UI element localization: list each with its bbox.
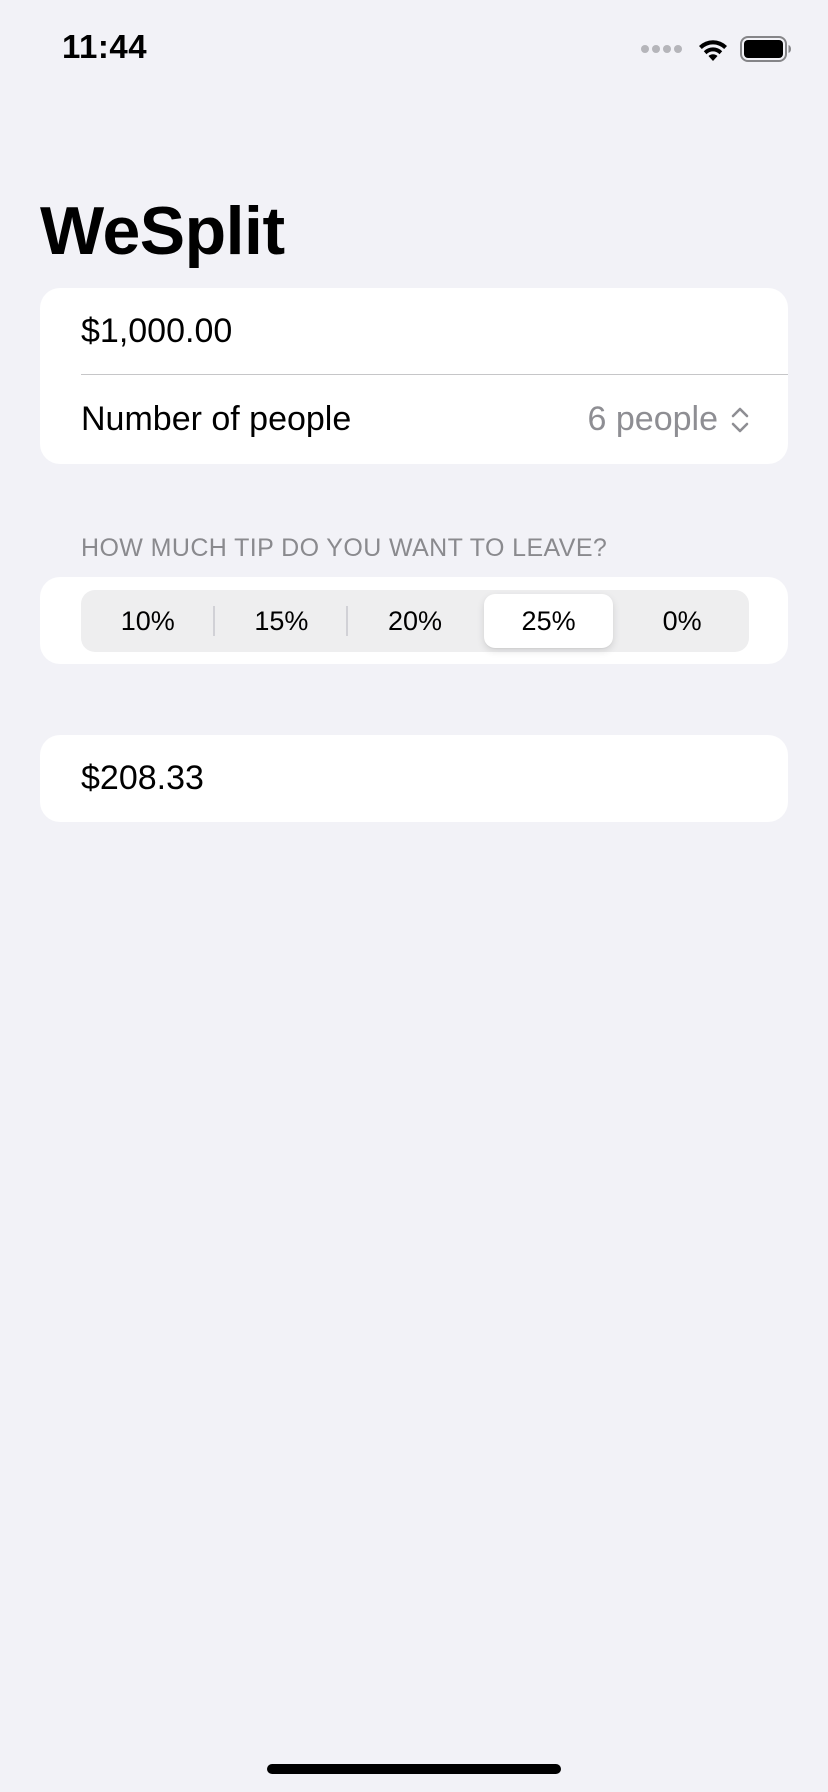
- status-icons: [641, 34, 792, 64]
- tip-option-10[interactable]: 10%: [81, 590, 215, 652]
- wifi-icon: [699, 40, 727, 61]
- tip-option-0[interactable]: 0%: [615, 590, 749, 652]
- amount-field[interactable]: $1,000.00: [81, 288, 232, 374]
- number-of-people-picker[interactable]: Number of people 6 people: [81, 375, 752, 464]
- people-label: Number of people: [81, 400, 352, 438]
- tip-section-header: HOW MUCH TIP DO YOU WANT TO LEAVE?: [81, 534, 608, 562]
- tip-option-20[interactable]: 20%: [348, 590, 482, 652]
- tip-segmented-control: 10% 15% 20% 25% 0%: [81, 590, 749, 652]
- status-time: 11:44: [62, 28, 148, 65]
- tip-option-15[interactable]: 15%: [215, 590, 349, 652]
- total-card: $208.33: [40, 735, 788, 822]
- battery-icon: [740, 36, 791, 62]
- input-card: $1,000.00 Number of people 6 people: [40, 288, 788, 464]
- people-value-group: 6 people: [588, 400, 752, 439]
- people-value: 6 people: [587, 400, 718, 438]
- home-indicator[interactable]: [267, 1764, 561, 1774]
- screen: 11:44 WeSplit $1,000.00 Number of people…: [0, 0, 828, 1792]
- cellular-icon: [641, 45, 682, 53]
- page-title: WeSplit: [40, 193, 285, 269]
- chevron-updown-icon: [731, 407, 749, 432]
- tip-card: 10% 15% 20% 25% 0%: [40, 577, 788, 664]
- total-per-person: $208.33: [81, 759, 204, 797]
- tip-option-25[interactable]: 25%: [482, 590, 616, 652]
